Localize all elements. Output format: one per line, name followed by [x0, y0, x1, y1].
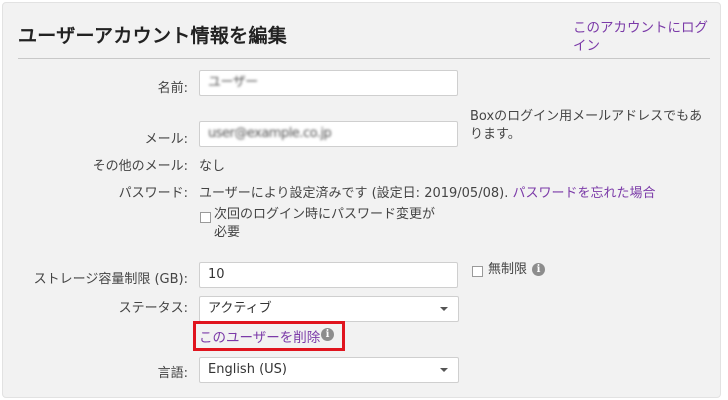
other-email-value: なし: [199, 159, 226, 174]
page-title: ユーザーアカウント情報を編集: [18, 25, 288, 47]
divider: [18, 58, 710, 59]
language-value: English (US): [208, 362, 287, 377]
storage-input[interactable]: 10: [199, 262, 458, 288]
email-value: user@example.co.jp: [208, 126, 332, 141]
status-select[interactable]: アクティブ: [199, 296, 459, 322]
login-as-user-link[interactable]: このアカウントにログイン: [573, 19, 713, 55]
unlimited-checkbox[interactable]: [472, 266, 483, 277]
name-value: ユーザー: [208, 75, 258, 90]
info-icon[interactable]: i: [321, 328, 334, 341]
forgot-password-link[interactable]: パスワードを忘れた場合: [512, 186, 655, 201]
email-field[interactable]: user@example.co.jp: [199, 121, 458, 147]
chevron-down-icon: [440, 307, 448, 311]
language-label: 言語:: [157, 366, 188, 381]
info-icon[interactable]: i: [532, 263, 545, 276]
status-value: アクティブ: [208, 301, 272, 316]
email-label: メール:: [144, 132, 188, 147]
require-password-change-label: 次回のログイン時にパスワード変更が必要: [214, 207, 436, 240]
email-hint: Boxのログイン用メールアドレスでもあります。: [470, 109, 703, 142]
name-field[interactable]: ユーザー: [199, 70, 458, 96]
storage-label: ストレージ容量制限 (GB):: [33, 272, 188, 287]
language-select[interactable]: English (US): [199, 357, 459, 383]
delete-user-link[interactable]: このユーザーを削除: [199, 326, 320, 346]
password-status: ユーザーにより設定済みです (設定日: 2019/05/08).: [199, 186, 509, 201]
password-label: パスワード:: [118, 186, 188, 201]
password-status-line: ユーザーにより設定済みです (設定日: 2019/05/08). パスワードを忘…: [199, 182, 656, 201]
chevron-down-icon: [440, 368, 448, 372]
status-label: ステータス:: [118, 301, 188, 316]
unlimited-label: 無制限: [488, 262, 528, 277]
storage-value: 10: [208, 267, 225, 282]
name-label: 名前:: [157, 81, 188, 96]
other-email-label: その他のメール:: [92, 159, 188, 174]
require-password-change-checkbox[interactable]: [200, 212, 211, 223]
